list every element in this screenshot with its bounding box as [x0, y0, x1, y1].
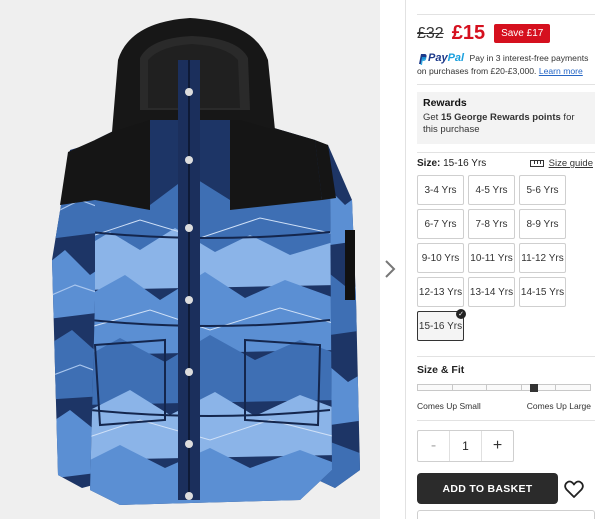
panel-divider [405, 0, 406, 519]
size-divider [417, 356, 595, 357]
quantity-increase-button[interactable]: + [481, 431, 513, 461]
size-option-label: 9-10 Yrs [421, 252, 460, 264]
rewards-points: 15 George Rewards points [440, 112, 561, 123]
size-option-label: 3-4 Yrs [424, 184, 457, 196]
paypal-message: Pay Pal Pay in 3 interest-free payments o… [417, 52, 595, 78]
size-option-label: 8-9 Yrs [526, 218, 559, 230]
size-option-label: 4-5 Yrs [475, 184, 508, 196]
size-options: 3-4 Yrs 4-5 Yrs 5-6 Yrs 6-7 Yrs 7-8 Yrs 8-9 Y… [417, 175, 597, 341]
rewards-text-prefix: Get [423, 112, 441, 123]
size-guide-label: Size guide [548, 158, 593, 169]
fit-high-label: Comes Up Large [526, 401, 591, 411]
rewards-box: Rewards Get 15 George Rewards points for… [417, 92, 595, 144]
chevron-right-icon[interactable] [383, 258, 397, 280]
paypal-logo: Pay Pal [417, 52, 464, 65]
size-option[interactable]: 9-10 Yrs [417, 243, 464, 273]
size-option[interactable]: 10-11 Yrs [468, 243, 515, 273]
top-divider [417, 14, 595, 15]
rewards-divider [417, 152, 595, 153]
fit-marker [530, 384, 538, 392]
size-option[interactable]: 11-12 Yrs [519, 243, 566, 273]
product-image[interactable] [0, 0, 380, 519]
size-option-label: 5-6 Yrs [526, 184, 559, 196]
puffer-jacket-image [0, 0, 380, 519]
secondary-button[interactable] [417, 510, 595, 519]
size-option[interactable]: 3-4 Yrs [417, 175, 464, 205]
current-price: £15 [451, 22, 486, 44]
save-badge: Save £17 [494, 24, 551, 43]
fit-title: Size & Fit [417, 364, 465, 376]
rewards-text: Get 15 George Rewards points for this pu… [423, 112, 589, 136]
size-option[interactable]: 14-15 Yrs [519, 277, 566, 307]
heart-icon[interactable] [563, 478, 585, 500]
quantity-value[interactable]: 1 [450, 431, 481, 461]
fit-segment [486, 384, 521, 391]
size-option-label: 12-13 Yrs [418, 286, 463, 298]
paypal-divider [417, 84, 595, 85]
size-option[interactable]: 6-7 Yrs [417, 209, 464, 239]
paypal-icon [419, 53, 427, 65]
size-option-label: 11-12 Yrs [521, 252, 564, 264]
checkmark-icon: ✓ [456, 309, 466, 319]
rewards-title: Rewards [423, 97, 467, 109]
size-option[interactable]: 7-8 Yrs [468, 209, 515, 239]
paypal-logo-pal: Pal [447, 52, 465, 65]
fit-segment [520, 384, 556, 391]
size-option[interactable]: 13-14 Yrs [468, 277, 515, 307]
paypal-logo-pay: Pay [428, 52, 448, 65]
ruler-icon [529, 160, 544, 167]
add-to-basket-button[interactable]: ADD TO BASKET [417, 473, 558, 504]
fit-segment [451, 384, 487, 391]
size-option-label: 15-16 Yrs [418, 320, 463, 332]
size-header: Size: 15-16 Yrs Size guide [417, 158, 595, 169]
size-option[interactable]: 4-5 Yrs [468, 175, 515, 205]
price-row: £32 £15 Save £17 [417, 22, 551, 45]
size-option-label: 6-7 Yrs [424, 218, 457, 230]
old-price: £32 [417, 24, 444, 42]
fit-low-label: Comes Up Small [417, 401, 481, 411]
fit-segment [555, 384, 591, 391]
size-option[interactable]: 8-9 Yrs [519, 209, 566, 239]
size-option-label: 7-8 Yrs [475, 218, 508, 230]
fit-scale [417, 384, 591, 391]
fit-segment [417, 384, 452, 391]
size-option[interactable]: 5-6 Yrs [519, 175, 566, 205]
size-option[interactable]: 15-16 Yrs ✓ [417, 309, 466, 341]
size-option-label: 13-14 Yrs [469, 286, 514, 298]
selected-size: 15-16 Yrs [443, 158, 487, 169]
quantity-decrease-button[interactable]: - [418, 431, 450, 461]
size-option-label: 10-11 Yrs [470, 252, 513, 264]
quantity-stepper: - 1 + [417, 430, 514, 462]
fit-divider [417, 420, 595, 421]
size-option[interactable]: 12-13 Yrs [417, 277, 464, 307]
learn-more-link[interactable]: Learn more [539, 66, 583, 76]
size-guide-link[interactable]: Size guide [529, 158, 593, 169]
size-option-label: 14-15 Yrs [520, 286, 565, 298]
size-label: Size: [417, 158, 441, 169]
